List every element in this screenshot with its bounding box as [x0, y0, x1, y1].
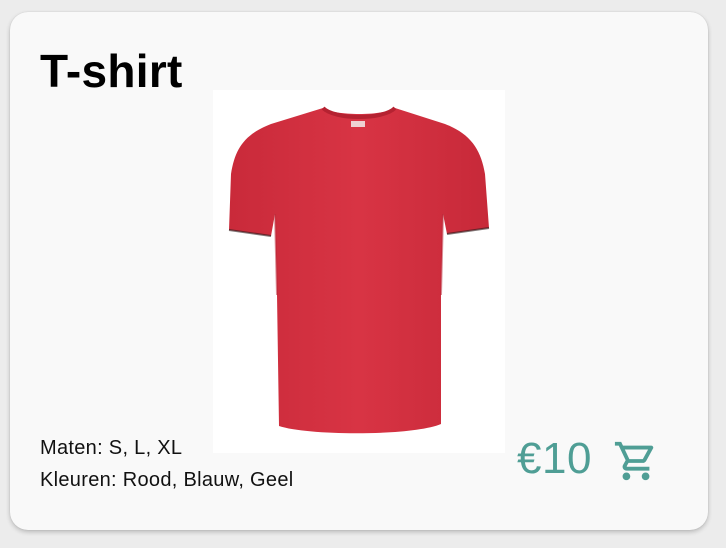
product-card: T-shirt Maten: S, L, XL Kleuren: Rood, B…	[10, 12, 708, 530]
tshirt-illustration	[228, 106, 490, 434]
add-to-cart-button[interactable]	[613, 438, 659, 484]
product-image	[213, 90, 505, 453]
product-title: T-shirt	[40, 45, 183, 97]
product-price: €10	[517, 434, 592, 483]
product-specs: Maten: S, L, XL Kleuren: Rood, Blauw, Ge…	[40, 432, 294, 496]
colors-text: Kleuren: Rood, Blauw, Geel	[40, 469, 294, 491]
tshirt-body	[229, 108, 489, 434]
sizes-text: Maten: S, L, XL	[40, 437, 183, 459]
shopping-cart-icon[interactable]	[613, 438, 659, 484]
